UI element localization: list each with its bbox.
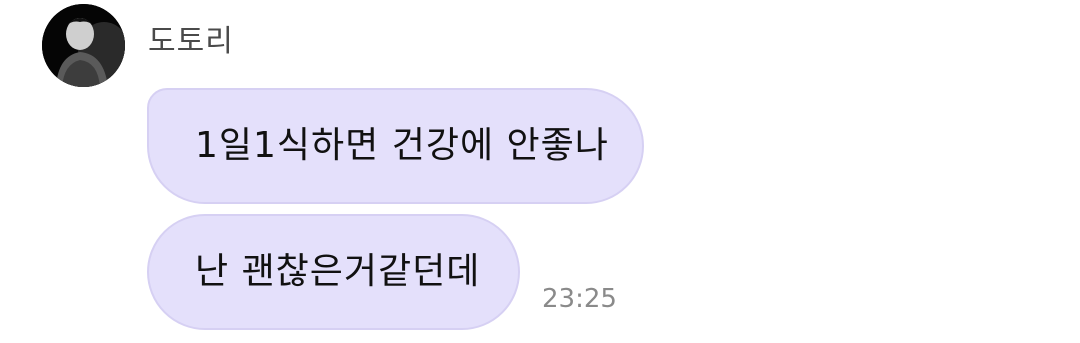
message-text: 1일1식하면 건강에 안좋나 xyxy=(195,125,609,166)
profile-photo-icon xyxy=(42,4,125,87)
avatar[interactable] xyxy=(42,4,125,87)
chat-message-group: 도토리 1일1식하면 건강에 안좋나 난 괜찮은거같던데 23:25 xyxy=(0,0,1080,343)
message-bubble[interactable]: 난 괜찮은거같던데 xyxy=(147,214,520,330)
message-text: 난 괜찮은거같던데 xyxy=(195,251,481,292)
sender-name: 도토리 xyxy=(148,24,234,59)
message-bubble[interactable]: 1일1식하면 건강에 안좋나 xyxy=(147,88,644,204)
message-timestamp: 23:25 xyxy=(542,284,617,314)
